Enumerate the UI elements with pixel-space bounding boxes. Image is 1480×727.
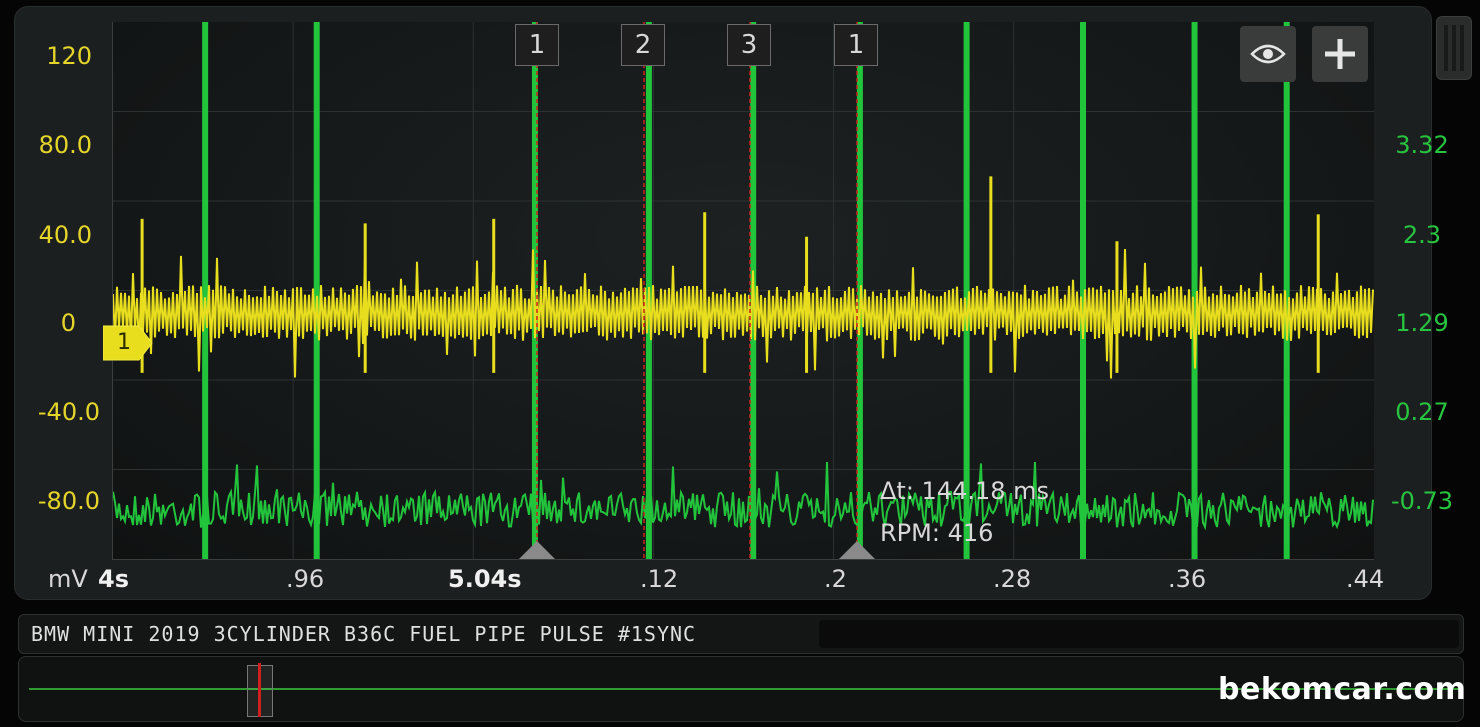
channel-1-trace (113, 248, 1374, 379)
x-tick-3: .12 (640, 565, 679, 593)
side-panel-handle[interactable] (1436, 16, 1472, 80)
channel-2-trace (113, 461, 1374, 531)
x-tick-5: .28 (993, 565, 1032, 593)
right-tick-3-32: 3.32 (1395, 131, 1449, 159)
waveform-canvas[interactable] (113, 22, 1374, 559)
left-tick-120: 120 (46, 42, 92, 70)
visibility-button[interactable] (1240, 26, 1296, 82)
left-tick-80: 80.0 (38, 131, 92, 159)
x-tick-4: .2 (824, 565, 847, 593)
right-tick-m0-73: -0.73 (1390, 487, 1454, 515)
left-tick-40: 40.0 (38, 221, 92, 249)
cursor-handle-2 (839, 541, 875, 559)
left-axis-unit: mV (48, 565, 88, 593)
cursor-handle-1 (519, 541, 555, 559)
right-tick-2-3: 2.3 (1402, 221, 1442, 249)
measurement-readout: Δt: 144.18 ms RPM: 416 (880, 470, 1049, 554)
x-tick-7: .44 (1346, 565, 1385, 593)
scope-plot-area[interactable] (112, 22, 1374, 560)
left-tick-m80: -80.0 (37, 487, 100, 515)
right-tick-0-27: 0.27 (1395, 398, 1449, 426)
cursor-marker-3[interactable]: 3 (727, 24, 771, 66)
cursor-marker-2[interactable]: 2 (621, 24, 665, 66)
overview-cursor[interactable] (258, 663, 261, 717)
left-tick-0: 0 (60, 309, 76, 337)
left-tick-m40: -40.0 (37, 398, 100, 426)
rpm-value: RPM: 416 (880, 519, 994, 547)
cursor-marker-1[interactable]: 1 (515, 24, 559, 66)
right-tick-1-29: 1.29 (1395, 309, 1449, 337)
eye-icon (1250, 44, 1286, 64)
x-tick-1: .96 (286, 565, 325, 593)
title-field-inset (819, 620, 1459, 648)
channel-1-tag[interactable]: 1 (102, 324, 153, 362)
sync-pulse-9 (1191, 22, 1198, 559)
x-tick-2: 5.04s (448, 565, 522, 593)
trace-title-bar: BMW MINI 2019 3CYLINDER B36C FUEL PIPE P… (18, 614, 1464, 654)
delta-t-value: Δt: 144.18 ms (880, 477, 1050, 505)
sync-pulse-1 (202, 22, 209, 559)
channel-tag-label: 1 (117, 330, 131, 355)
x-tick-0: 4s (98, 565, 129, 593)
add-button[interactable] (1312, 26, 1368, 82)
trace-title: BMW MINI 2019 3CYLINDER B36C FUEL PIPE P… (31, 622, 697, 646)
x-tick-6: .36 (1168, 565, 1207, 593)
cursor-marker-1b[interactable]: 1 (834, 24, 878, 66)
sync-pulse-2 (313, 22, 320, 559)
plus-icon (1325, 39, 1355, 69)
watermark: bekomcar.com (1218, 672, 1467, 707)
